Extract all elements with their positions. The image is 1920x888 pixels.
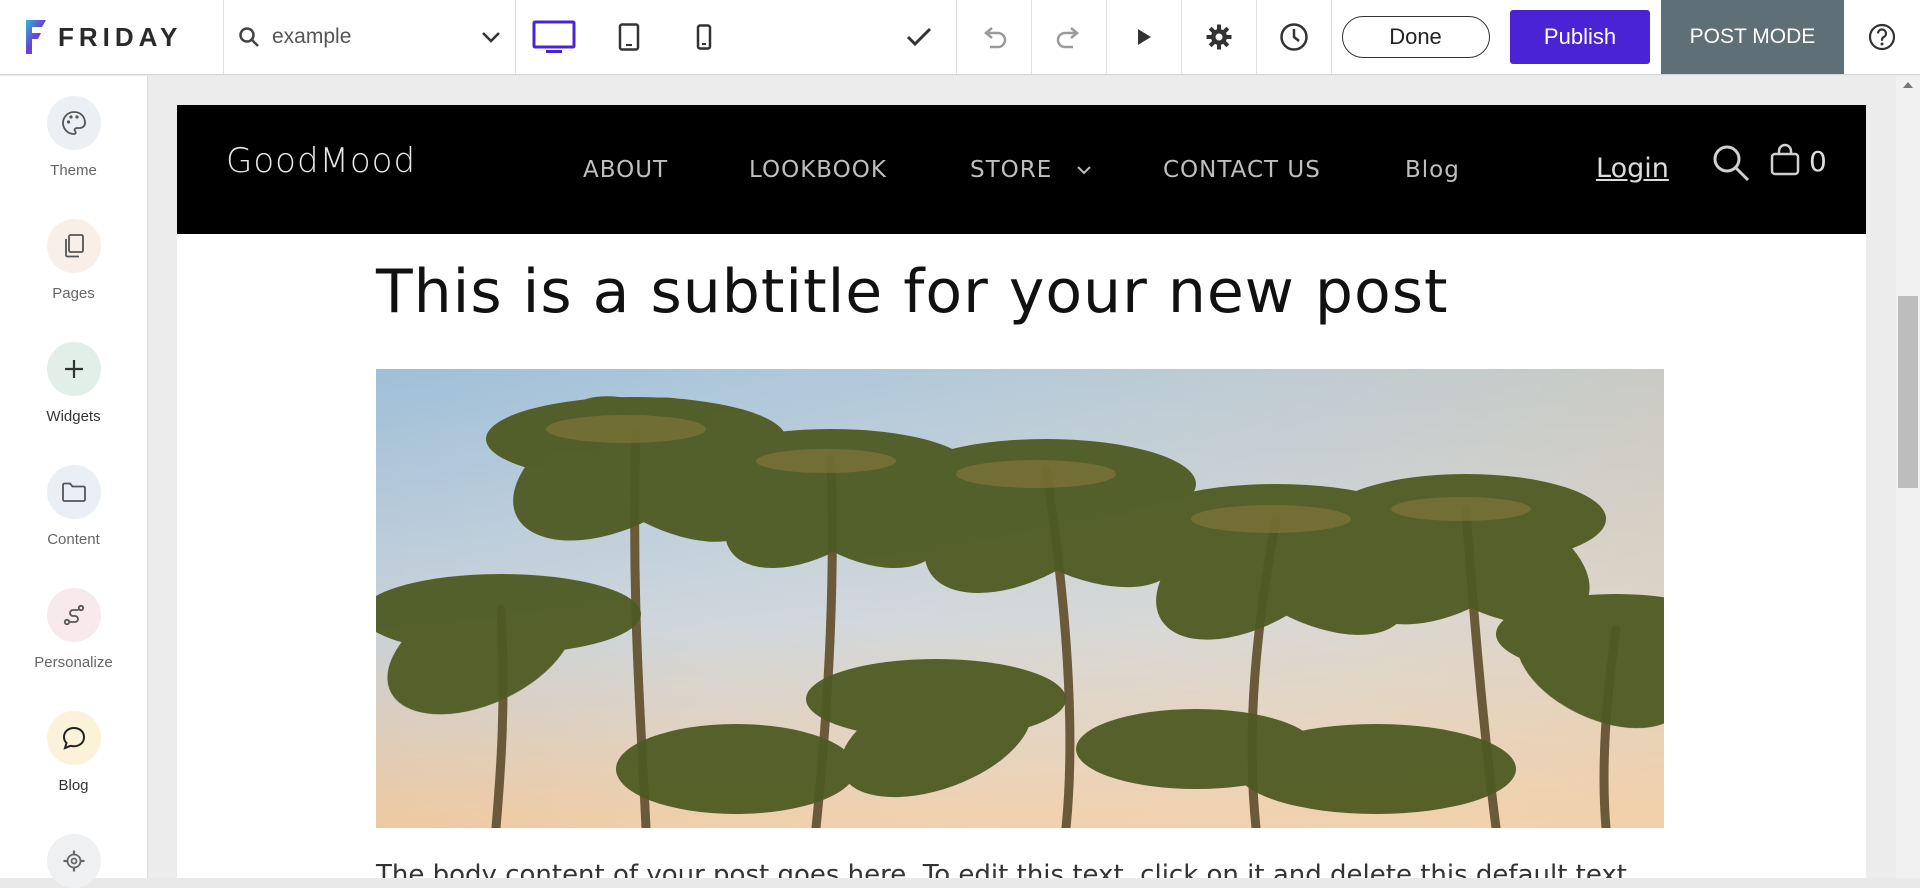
- page-selector-value: example: [272, 25, 352, 48]
- editor-toolbar: FRIDAY example Done Publish POST MODE: [0, 0, 1920, 75]
- done-button[interactable]: Done: [1341, 16, 1490, 58]
- site-brand[interactable]: GoodMood: [226, 141, 416, 181]
- publish-button[interactable]: Publish: [1510, 10, 1650, 64]
- chat-bubble-icon: [62, 726, 85, 750]
- site-header: GoodMood ABOUT LOOKBOOK STORE CONTACT US…: [177, 105, 1866, 234]
- device-mobile-button[interactable]: [666, 0, 741, 74]
- pages-icon: [64, 234, 84, 258]
- sidebar-icon-circle: [46, 588, 101, 642]
- personalize-icon: [63, 604, 84, 626]
- sidebar-item-content[interactable]: Content: [0, 465, 147, 548]
- palm-trees-image: [376, 369, 1664, 828]
- mobile-icon: [696, 24, 711, 50]
- chevron-down-icon: [482, 32, 500, 43]
- sidebar-icon-circle: [46, 711, 101, 765]
- publish-button-wrap: Publish: [1499, 0, 1661, 74]
- done-button-wrap: Done: [1331, 0, 1499, 74]
- device-desktop-button[interactable]: [516, 0, 591, 74]
- play-icon: [1138, 29, 1151, 45]
- plus-icon: [64, 360, 83, 378]
- check-button[interactable]: [881, 0, 956, 74]
- tablet-icon: [618, 23, 639, 51]
- app-logo-text: FRIDAY: [58, 21, 183, 52]
- preview-button[interactable]: [1106, 0, 1181, 74]
- canvas-scrollbar[interactable]: [1896, 76, 1920, 878]
- sidebar-icon-circle: [46, 219, 101, 273]
- clock-icon: [1280, 23, 1308, 51]
- palette-icon: [61, 111, 86, 135]
- sidebar-icon-circle: [46, 834, 101, 888]
- nav-link-lookbook[interactable]: LOOKBOOK: [749, 157, 887, 183]
- chevron-down-icon: [1077, 166, 1091, 175]
- sidebar-item-blog[interactable]: Blog: [0, 711, 147, 794]
- sidebar-item-label: Blog: [58, 777, 89, 794]
- post-mode-button[interactable]: POST MODE: [1661, 0, 1844, 74]
- sidebar-item-theme[interactable]: Theme: [0, 96, 147, 179]
- nav-link-contact[interactable]: CONTACT US: [1163, 157, 1321, 183]
- settings-button[interactable]: [1181, 0, 1256, 74]
- cart-bag-icon[interactable]: [1769, 143, 1801, 177]
- sidebar-icon-circle: [46, 465, 101, 519]
- help-button[interactable]: [1844, 0, 1920, 74]
- login-link[interactable]: Login: [1596, 153, 1669, 184]
- gear-icon: [1206, 24, 1232, 50]
- sidebar-item-pages[interactable]: Pages: [0, 219, 147, 302]
- post-subtitle[interactable]: This is a subtitle for your new post: [376, 257, 1449, 327]
- scroll-up-arrow-icon[interactable]: [1903, 82, 1913, 88]
- undo-icon: [984, 27, 1007, 49]
- undo-button[interactable]: [956, 0, 1031, 74]
- sidebar-item-label: Widgets: [46, 408, 101, 425]
- folder-icon: [61, 482, 86, 502]
- sidebar-item-label: Content: [47, 531, 100, 548]
- redo-button[interactable]: [1031, 0, 1106, 74]
- scrollbar-thumb[interactable]: [1898, 296, 1918, 488]
- search-icon: [239, 27, 259, 47]
- sidebar-icon-circle: [46, 96, 101, 150]
- editor-canvas: GoodMood ABOUT LOOKBOOK STORE CONTACT US…: [148, 76, 1896, 878]
- search-icon[interactable]: [1711, 143, 1751, 183]
- redo-icon: [1056, 27, 1079, 49]
- desktop-icon: [532, 20, 575, 53]
- cart-count: 0: [1809, 145, 1827, 178]
- help-icon: [1868, 23, 1896, 51]
- device-tablet-button[interactable]: [591, 0, 666, 74]
- nav-link-about[interactable]: ABOUT: [583, 157, 668, 183]
- post-body-text[interactable]: The body content of your post goes here.…: [376, 860, 1627, 878]
- page-selector[interactable]: example: [224, 0, 516, 74]
- sidebar-item-label: Personalize: [34, 654, 113, 671]
- sidebar-item-settings[interactable]: [0, 834, 147, 888]
- sidebar-icon-circle: [46, 342, 101, 396]
- app-logo[interactable]: FRIDAY: [0, 0, 224, 74]
- history-button[interactable]: [1256, 0, 1331, 74]
- sidebar-item-label: Theme: [50, 162, 97, 179]
- sidebar-item-personalize[interactable]: Personalize: [0, 588, 147, 671]
- sidebar-item-label: Pages: [52, 285, 95, 302]
- sidebar-item-widgets[interactable]: Widgets: [0, 342, 147, 425]
- checkmark-icon: [906, 27, 931, 47]
- site-preview: GoodMood ABOUT LOOKBOOK STORE CONTACT US…: [177, 105, 1866, 878]
- post-hero-image[interactable]: [376, 369, 1664, 828]
- nav-link-store[interactable]: STORE: [970, 157, 1052, 183]
- friday-logo-icon: [26, 20, 46, 54]
- left-sidebar: Theme Pages Widgets Content Personalize …: [0, 76, 148, 888]
- gear-icon: [63, 850, 84, 872]
- nav-link-blog[interactable]: Blog: [1405, 157, 1460, 183]
